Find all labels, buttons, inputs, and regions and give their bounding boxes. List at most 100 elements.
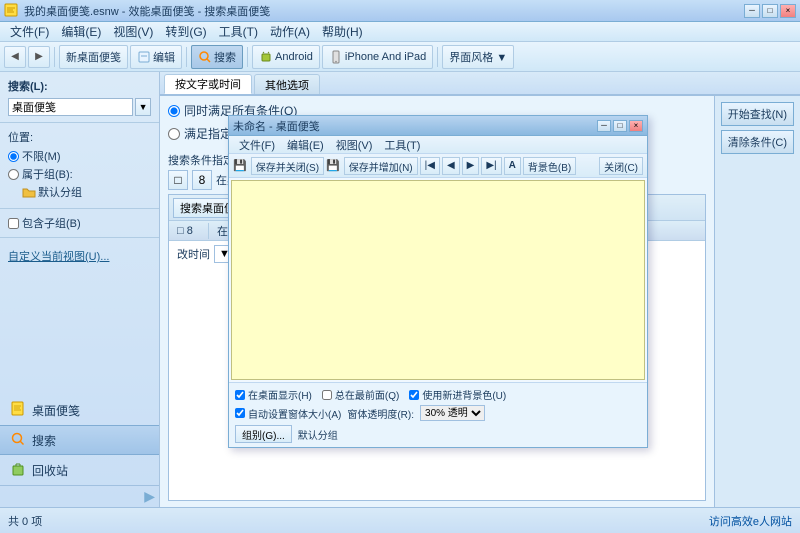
dialog-menu-view[interactable]: 视图(V) xyxy=(330,136,379,154)
all-conditions-radio[interactable] xyxy=(168,105,180,117)
any-condition-radio[interactable] xyxy=(168,128,180,140)
sidebar-collapse-btn[interactable]: ▶ xyxy=(144,488,155,505)
sidebar: 搜索(L): ▼ 位置: 不限(M) 属于组(B): 默认分组 xyxy=(0,72,160,507)
font-btn[interactable]: A xyxy=(504,157,521,175)
dialog-titlebar: 未命名 - 桌面便笺 － □ × xyxy=(229,116,647,136)
search-input[interactable] xyxy=(8,98,133,116)
use-new-bg-check: 使用新进背景色(U) xyxy=(409,387,506,402)
toolbar-sep-1 xyxy=(54,47,55,67)
group-name: 默认分组 xyxy=(298,427,338,442)
close-button[interactable]: × xyxy=(780,4,796,18)
belong-group-label: 属于组(B): xyxy=(22,166,73,182)
site-link[interactable]: 访问高效e人网站 xyxy=(709,513,792,529)
window-title: 我的桌面便笺.esnw - 效能桌面便笺 - 搜索桌面便笺 xyxy=(24,3,744,19)
status-count: 共 0 项 xyxy=(8,513,42,529)
show-on-desktop-check: 在桌面显示(H) xyxy=(235,387,312,402)
dialog-title: 未命名 - 桌面便笺 xyxy=(233,118,597,134)
notes-label: 桌面便笺 xyxy=(32,402,80,419)
position-label: 位置: xyxy=(8,129,151,145)
toolbar-sep-3 xyxy=(247,47,248,67)
menu-bar: 文件(F) 编辑(E) 视图(V) 转到(G) 工具(T) 动作(A) 帮助(H… xyxy=(0,22,800,42)
action-buttons: 开始查找(N) 清除条件(C) xyxy=(714,96,800,507)
save-icon: 💾 xyxy=(233,159,247,172)
dialog-menubar: 文件(F) 编辑(E) 视图(V) 工具(T) xyxy=(229,136,647,154)
dialog-menu-file[interactable]: 文件(F) xyxy=(233,136,281,154)
opacity-label: 窗体透明度(R): xyxy=(347,406,414,421)
include-sub-label: 包含子组(B) xyxy=(22,215,81,231)
always-top-checkbox[interactable] xyxy=(322,390,332,400)
auto-size-checkbox[interactable] xyxy=(235,408,245,418)
clear-conditions-button[interactable]: 清除条件(C) xyxy=(721,130,794,154)
bg-color-btn[interactable]: 背景色(B) xyxy=(523,157,576,175)
opacity-select[interactable]: 30% 透明 xyxy=(420,405,485,421)
back-button[interactable]: ◀ xyxy=(4,46,26,68)
dialog-menu-tools[interactable]: 工具(T) xyxy=(378,136,426,154)
trash-label: 回收站 xyxy=(32,462,68,479)
iphone-ipad-button[interactable]: iPhone And iPad xyxy=(322,45,433,69)
custom-view-link[interactable]: 自定义当前视图(U)... xyxy=(8,248,151,264)
toolbar: ◀ ▶ 新桌面便笺 编辑 搜索 Android iPhone And iPad … xyxy=(0,42,800,72)
ui-style-button[interactable]: 界面风格 ▼ xyxy=(442,45,514,69)
show-desktop-checkbox[interactable] xyxy=(235,390,245,400)
save-add-btn[interactable]: 保存并增加(N) xyxy=(344,157,418,175)
forward-button[interactable]: ▶ xyxy=(28,46,50,68)
nav-next-btn[interactable]: ▶ xyxy=(462,157,480,175)
dialog-close-btn[interactable]: 关闭(C) xyxy=(599,157,643,175)
remove-condition-btn[interactable]: 8 xyxy=(192,170,212,190)
date-filter-label: 改时间 xyxy=(177,246,210,262)
start-find-button[interactable]: 开始查找(N) xyxy=(721,102,794,126)
status-bar: 共 0 项 访问高效e人网站 xyxy=(0,507,800,533)
dialog-maximize[interactable]: □ xyxy=(613,120,627,132)
footer-row-2: 自动设置窗体大小(A) 窗体透明度(R): 30% 透明 xyxy=(235,405,641,421)
toolbar-sep-4 xyxy=(437,47,438,67)
add-condition-btn[interactable]: □ xyxy=(168,170,188,190)
menu-help[interactable]: 帮助(H) xyxy=(316,21,369,42)
footer-row-1: 在桌面显示(H) 总在最前面(Q) 使用新进背景色(U) xyxy=(235,387,641,402)
note-dialog[interactable]: 未命名 - 桌面便笺 － □ × 文件(F) 编辑(E) 视图(V) 工具(T)… xyxy=(228,115,648,448)
nav-last-btn[interactable]: ▶| xyxy=(481,157,501,175)
always-on-top-check: 总在最前面(Q) xyxy=(322,387,399,402)
search-button[interactable]: 搜索 xyxy=(191,45,243,69)
save-close-btn[interactable]: 保存并关闭(S) xyxy=(251,157,324,175)
maximize-button[interactable]: □ xyxy=(762,4,778,18)
search-nav-label: 搜索 xyxy=(32,432,56,449)
no-limit-radio[interactable] xyxy=(8,151,19,162)
menu-file[interactable]: 文件(F) xyxy=(4,21,55,42)
group-btn[interactable]: 组别(G)... xyxy=(235,425,292,443)
dialog-minimize[interactable]: － xyxy=(597,120,611,132)
tab-text-time[interactable]: 按文字或时间 xyxy=(164,74,252,94)
footer-row-3: 组别(G)... 默认分组 xyxy=(235,425,641,443)
nav-prev-btn[interactable]: ◀ xyxy=(442,157,460,175)
sidebar-item-search[interactable]: 搜索 xyxy=(0,425,159,455)
menu-action[interactable]: 动作(A) xyxy=(264,21,316,42)
dialog-note-content[interactable] xyxy=(231,180,645,380)
dialog-close[interactable]: × xyxy=(629,120,643,132)
sidebar-nav: 桌面便笺 搜索 回收站 xyxy=(0,395,159,485)
menu-tools[interactable]: 工具(T) xyxy=(213,21,264,42)
belong-group-radio[interactable] xyxy=(8,169,19,180)
minimize-button[interactable]: － xyxy=(744,4,760,18)
position-section: 位置: 不限(M) 属于组(B): 默认分组 xyxy=(0,123,159,209)
tab-other-options[interactable]: 其他选项 xyxy=(254,74,320,94)
edit-button[interactable]: 编辑 xyxy=(130,45,182,69)
tab-bar: 按文字或时间 其他选项 xyxy=(160,72,800,96)
no-limit-label: 不限(M) xyxy=(22,148,61,164)
dialog-menu-edit[interactable]: 编辑(E) xyxy=(281,136,330,154)
search-dropdown-button[interactable]: ▼ xyxy=(135,98,151,116)
new-note-button[interactable]: 新桌面便笺 xyxy=(59,45,128,69)
custom-view-section: 自定义当前视图(U)... xyxy=(0,238,159,270)
android-button[interactable]: Android xyxy=(252,45,320,69)
sidebar-item-notes[interactable]: 桌面便笺 xyxy=(0,395,159,425)
nav-first-btn[interactable]: |◀ xyxy=(420,157,440,175)
save-add-icon: 💾 xyxy=(326,159,340,172)
sidebar-item-trash[interactable]: 回收站 xyxy=(0,455,159,485)
include-sub-checkbox[interactable] xyxy=(8,218,19,229)
default-group-label: 默认分组 xyxy=(38,184,82,200)
menu-view[interactable]: 视图(V) xyxy=(107,21,159,42)
menu-goto[interactable]: 转到(G) xyxy=(159,21,212,42)
toolbar-sep-2 xyxy=(186,47,187,67)
new-bg-checkbox[interactable] xyxy=(409,390,419,400)
search-label: 搜索(L): xyxy=(8,78,151,94)
notes-icon xyxy=(10,401,26,420)
menu-edit[interactable]: 编辑(E) xyxy=(55,21,107,42)
